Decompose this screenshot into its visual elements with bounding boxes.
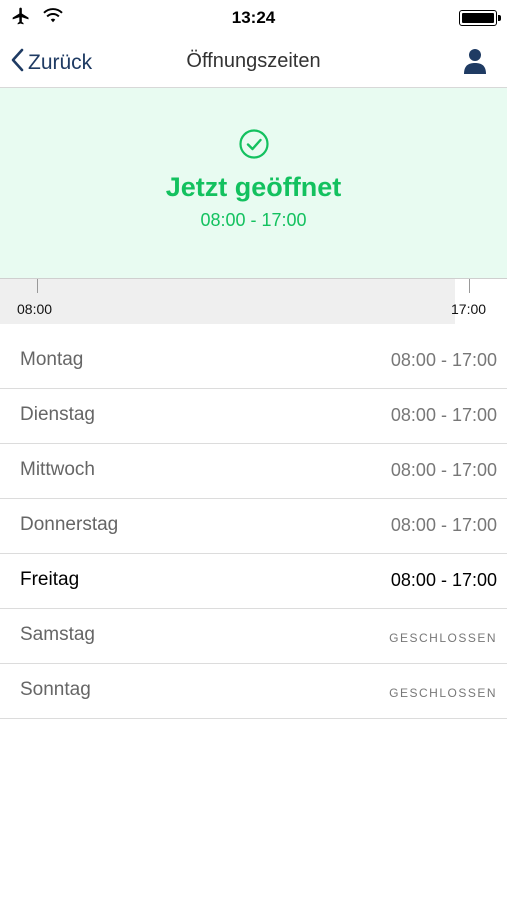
day-hours: 08:00 - 17:00 [390,405,497,425]
schedule-row-donnerstag: Donnerstag 08:00 - 17:00 [0,499,507,554]
hours-timeline: 08:00 17:00 [0,278,507,324]
schedule-row-sonntag: Sonntag GESCHLOSSEN [0,664,507,719]
timeline-start-tick [37,279,38,293]
day-hours: 08:00 - 17:00 [390,515,497,535]
status-bar: 13:24 [0,0,507,36]
day-label: Sonntag [20,679,91,700]
weekly-schedule: Montag 08:00 - 17:00 Dienstag 08:00 - 17… [0,334,507,719]
timeline-end-label: 17:00 [451,301,487,317]
day-hours: 08:00 - 17:00 [390,460,497,480]
schedule-row-montag: Montag 08:00 - 17:00 [0,334,507,389]
schedule-row-mittwoch: Mittwoch 08:00 - 17:00 [0,444,507,499]
person-icon [464,49,486,74]
page-title: Öffnungszeiten [186,50,321,72]
schedule-row-dienstag: Dienstag 08:00 - 17:00 [0,389,507,444]
day-hours: 08:00 - 17:00 [390,350,497,370]
timeline-end-tick [469,279,470,293]
navigation-bar: Zurück Öffnungszeiten [0,36,507,88]
battery-icon [459,10,501,26]
day-label: Donnerstag [20,514,119,535]
day-label: Freitag [20,569,80,590]
timeline-start-label: 08:00 [17,301,53,317]
day-label: Mittwoch [20,459,95,480]
profile-button[interactable] [461,47,489,75]
day-label: Dienstag [20,404,95,425]
day-hours-closed: GESCHLOSSEN [389,631,497,645]
day-label: Samstag [20,624,95,645]
day-hours-closed: GESCHLOSSEN [389,686,497,700]
schedule-row-freitag: Freitag 08:00 - 17:00 [0,554,507,609]
schedule-row-samstag: Samstag GESCHLOSSEN [0,609,507,664]
status-time: 13:24 [231,8,276,27]
check-circle-icon [239,129,269,159]
day-label: Montag [20,349,84,370]
day-hours: 08:00 - 17:00 [390,570,497,590]
open-status-panel: Jetzt geöffnet 08:00 - 17:00 [0,88,507,278]
open-status-hours: 08:00 - 17:00 [200,210,307,230]
timeline-open-range [0,279,455,324]
open-status-title: Jetzt geöffnet [165,172,342,202]
